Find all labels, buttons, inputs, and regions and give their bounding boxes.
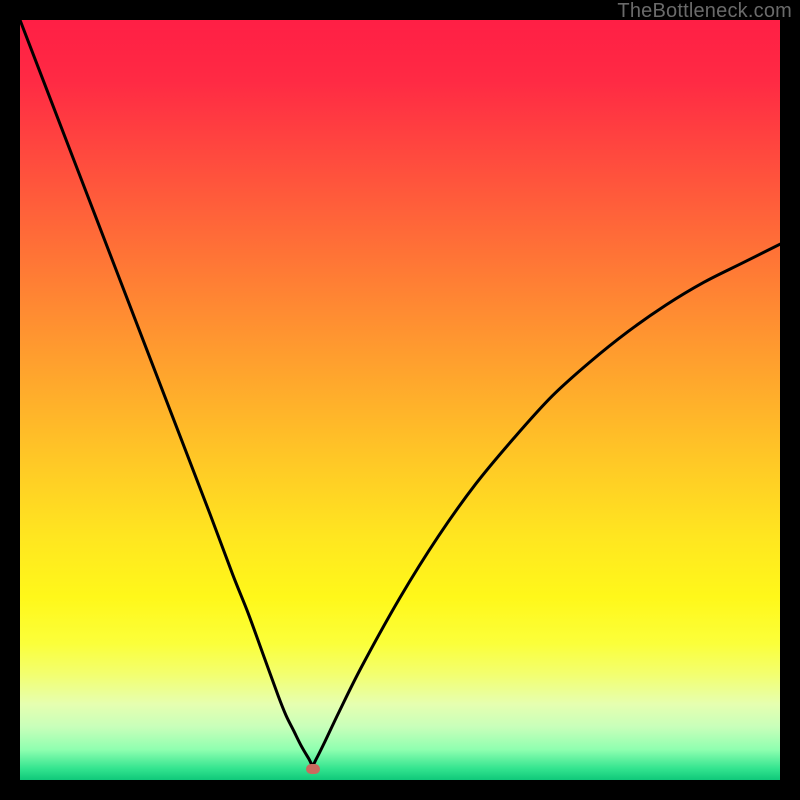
optimal-point-marker bbox=[306, 764, 320, 774]
watermark-text: TheBottleneck.com bbox=[617, 0, 792, 23]
chart-frame: TheBottleneck.com bbox=[0, 0, 800, 800]
bottleneck-curve bbox=[20, 20, 780, 780]
plot-area bbox=[20, 20, 780, 780]
